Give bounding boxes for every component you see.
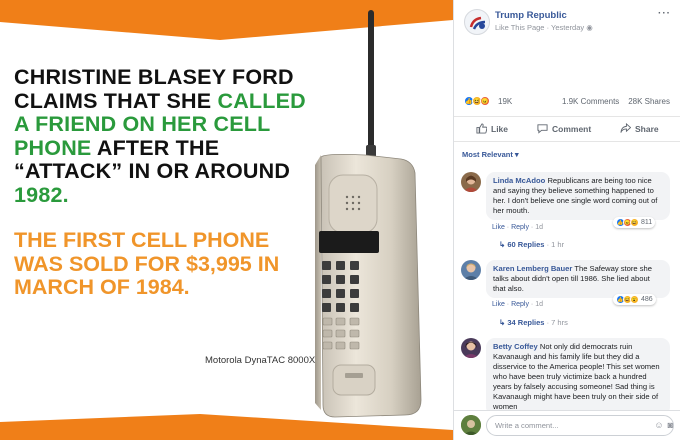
page-avatar[interactable] xyxy=(464,9,490,35)
post-image[interactable]: CHRISTINE BLASEY FORD CLAIMS THAT SHE CA… xyxy=(0,0,453,440)
comment-sort-dropdown[interactable]: Most Relevant ▾ xyxy=(462,150,519,159)
comment-meta: Like · Reply · 1d xyxy=(492,224,544,231)
like-button-label: Like xyxy=(491,123,509,134)
globe-icon: ◉ xyxy=(586,23,593,32)
wow-reaction-icon: 😮 xyxy=(630,295,639,304)
reaction-summary: 👍 😆 😠 19K 1.9K Comments 28K Shares xyxy=(464,96,674,110)
replies-count: 34 Replies xyxy=(507,318,545,327)
comment-age[interactable]: 1d xyxy=(535,301,543,308)
comment-item: Betty Coffey Not only did democrats ruin… xyxy=(461,338,676,410)
comment-button-label: Comment xyxy=(552,123,592,134)
comment-reaction-count: 486 xyxy=(641,296,653,303)
comment-meta: Like · Reply · 1d xyxy=(492,301,544,308)
write-comment-input[interactable]: Write a comment... xyxy=(486,415,674,436)
user-avatar[interactable] xyxy=(461,415,481,435)
comment-bubble: Linda McAdoo Republicans are being too n… xyxy=(486,172,670,220)
cell-phone-illustration xyxy=(315,10,422,418)
orange-bottom-band xyxy=(0,400,453,440)
commenter-avatar[interactable] xyxy=(461,260,481,280)
share-button[interactable]: Share xyxy=(620,123,659,134)
view-replies-link[interactable]: ↳ 60 Replies · 1 hr xyxy=(499,240,564,249)
shares-count-link[interactable]: 28K Shares xyxy=(628,97,670,106)
angry-reaction-icon: 😠 xyxy=(480,96,490,106)
replies-age: 7 hrs xyxy=(551,318,568,327)
headline-part-4: 1982. xyxy=(14,182,69,207)
post-timestamp[interactable]: Yesterday xyxy=(551,23,584,32)
comment-bubble: Betty Coffey Not only did democrats ruin… xyxy=(486,338,670,410)
view-replies-link[interactable]: ↳ 34 Replies · 7 hrs xyxy=(499,318,568,327)
thumbs-up-icon xyxy=(476,123,487,134)
comment-item: Karen Lemberg Bauer The Safeway store sh… xyxy=(461,260,676,330)
comment-button[interactable]: Comment xyxy=(537,123,591,134)
like-button[interactable]: Like xyxy=(476,123,508,134)
composer-icons: ☺ ◙ xyxy=(654,420,673,430)
comment-reply-link[interactable]: Reply xyxy=(511,224,529,231)
comment-item: Linda McAdoo Republicans are being too n… xyxy=(461,172,676,252)
comment-reaction-count: 811 xyxy=(641,219,653,226)
comment-share-counts: 1.9K Comments 28K Shares xyxy=(562,97,670,106)
replies-count: 60 Replies xyxy=(507,240,545,249)
post-sidebar: Trump Republic Like This Page · Yesterda… xyxy=(453,0,680,440)
post-meta: Like This Page · Yesterday ◉ xyxy=(495,23,593,32)
comment-bubble: Karen Lemberg Bauer The Safeway store sh… xyxy=(486,260,670,298)
reaction-count[interactable]: 19K xyxy=(498,97,512,106)
comment-text: Not only did democrats ruin Kavanaugh an… xyxy=(493,342,660,410)
comment-age[interactable]: 1d xyxy=(535,224,543,231)
more-options-icon[interactable]: ··· xyxy=(658,8,671,19)
post-action-bar: Like Comment Share xyxy=(454,116,680,142)
commenter-name[interactable]: Betty Coffey xyxy=(493,342,538,351)
emoji-icon[interactable]: ☺ xyxy=(654,420,663,430)
commenter-name[interactable]: Linda McAdoo xyxy=(493,176,545,185)
like-page-link[interactable]: Like This Page xyxy=(495,23,544,32)
comment-icon xyxy=(537,124,548,134)
comment-reactions[interactable]: 👍 😆 😮 486 xyxy=(613,294,656,305)
commenter-avatar[interactable] xyxy=(461,338,481,358)
image-subhead: THE FIRST CELL PHONE WAS SOLD FOR $3,995… xyxy=(14,228,280,299)
comment-composer: Write a comment... ☺ ◙ xyxy=(454,410,680,440)
commenter-name[interactable]: Karen Lemberg Bauer xyxy=(493,264,572,273)
share-icon xyxy=(620,123,631,133)
share-button-label: Share xyxy=(635,123,659,134)
page-name-link[interactable]: Trump Republic xyxy=(495,10,567,21)
comments-count-link[interactable]: 1.9K Comments xyxy=(562,97,619,106)
haha-reaction-icon: 😆 xyxy=(630,218,639,227)
phone-caption: Motorola DynaTAC 8000X xyxy=(205,355,316,366)
reaction-icons[interactable]: 👍 😆 😠 xyxy=(464,96,490,106)
replies-age: 1 hr xyxy=(551,240,565,249)
comment-like-link[interactable]: Like xyxy=(492,224,505,231)
comment-reply-link[interactable]: Reply xyxy=(511,301,529,308)
comment-reactions[interactable]: 👍 😠 😆 811 xyxy=(613,217,656,228)
comment-like-link[interactable]: Like xyxy=(492,301,505,308)
image-headline: CHRISTINE BLASEY FORD CLAIMS THAT SHE CA… xyxy=(14,65,324,207)
commenter-avatar[interactable] xyxy=(461,172,481,192)
camera-icon[interactable]: ◙ xyxy=(668,420,673,430)
post-header: Trump Republic Like This Page · Yesterda… xyxy=(454,0,680,40)
